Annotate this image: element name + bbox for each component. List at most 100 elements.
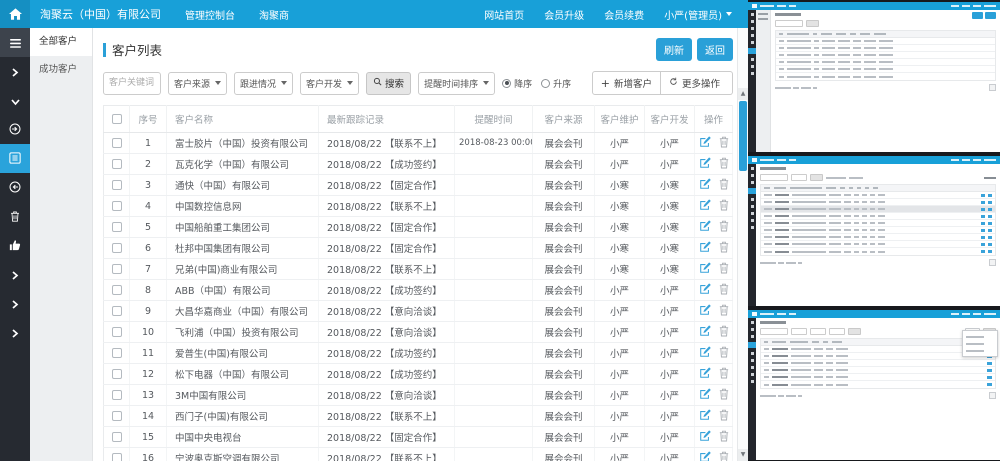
edit-icon[interactable] [699, 136, 711, 148]
preview-panel[interactable] [748, 310, 1000, 460]
row-checkbox[interactable] [112, 201, 122, 211]
top-link-site-home[interactable]: 网站首页 [484, 7, 524, 22]
sidebar-rail-item[interactable] [0, 202, 30, 231]
sort-asc-radio[interactable]: 升序 [541, 77, 571, 90]
edit-icon[interactable] [699, 283, 711, 295]
edit-icon[interactable] [699, 367, 711, 379]
preview-search-button[interactable] [806, 20, 819, 27]
delete-icon[interactable] [719, 241, 729, 253]
sidebar-rail-item[interactable] [0, 115, 30, 144]
edit-icon[interactable] [699, 220, 711, 232]
top-link-member-upgrade[interactable]: 会员升级 [544, 7, 584, 22]
row-checkbox[interactable] [112, 264, 122, 274]
delete-icon[interactable] [719, 430, 729, 442]
preview-search-input[interactable] [775, 20, 803, 27]
top-menu-console[interactable]: 管理控制台 [185, 7, 235, 22]
delete-icon[interactable] [719, 451, 729, 461]
delete-icon[interactable] [719, 304, 729, 316]
edit-icon[interactable] [699, 451, 711, 461]
sidebar-rail-item[interactable] [0, 231, 30, 260]
vertical-scrollbar[interactable]: ▲ ▼ [737, 28, 748, 461]
reminder-sort-select[interactable]: 提醒时间排序 [418, 72, 495, 95]
preview-select[interactable] [791, 328, 807, 335]
delete-icon[interactable] [719, 178, 729, 190]
delete-icon[interactable] [719, 220, 729, 232]
delete-icon[interactable] [719, 367, 729, 379]
top-menu-shop[interactable]: 淘聚商 [259, 7, 289, 22]
followup-status-select[interactable]: 跟进情况 [234, 72, 293, 95]
row-checkbox[interactable] [112, 432, 122, 442]
top-link-member-renew[interactable]: 会员续费 [604, 7, 644, 22]
preview-search-input[interactable] [760, 174, 788, 181]
row-checkbox[interactable] [112, 222, 122, 232]
sidebar-rail-item[interactable] [0, 57, 30, 86]
back-button[interactable]: 返回 [697, 38, 733, 61]
edit-icon[interactable] [699, 178, 711, 190]
row-checkbox[interactable] [112, 390, 122, 400]
edit-icon[interactable] [699, 241, 711, 253]
home-button[interactable] [0, 0, 30, 28]
preview-scroll-box[interactable] [989, 259, 996, 266]
delete-icon[interactable] [719, 136, 729, 148]
sidebar-item-all-customers[interactable]: 全部客户 [30, 28, 92, 56]
sidebar-rail-item[interactable] [0, 289, 30, 318]
delete-icon[interactable] [719, 157, 729, 169]
search-button[interactable]: 搜索 [366, 72, 411, 95]
row-checkbox[interactable] [112, 306, 122, 316]
delete-icon[interactable] [719, 262, 729, 274]
row-checkbox[interactable] [112, 327, 122, 337]
preview-search-button[interactable] [848, 328, 861, 335]
preview-select[interactable] [810, 328, 826, 335]
delete-icon[interactable] [719, 409, 729, 421]
preview-open-dropdown-menu[interactable] [962, 330, 998, 357]
row-checkbox[interactable] [112, 138, 122, 148]
preview-search-button[interactable] [810, 174, 823, 181]
edit-icon[interactable] [699, 346, 711, 358]
preview-search-input[interactable] [760, 328, 788, 335]
sort-desc-radio[interactable]: 降序 [502, 77, 532, 90]
edit-icon[interactable] [699, 409, 711, 421]
keyword-search-input[interactable] [103, 72, 161, 95]
add-customer-button[interactable]: + 新增客户 [592, 71, 661, 95]
delete-icon[interactable] [719, 346, 729, 358]
row-checkbox[interactable] [112, 285, 122, 295]
user-account-menu[interactable]: 小严(管理员) [664, 7, 732, 22]
edit-icon[interactable] [699, 430, 711, 442]
preview-scroll-box[interactable] [989, 84, 996, 91]
more-actions-button[interactable]: 更多操作 [661, 71, 733, 95]
sidebar-rail-item[interactable] [0, 28, 30, 57]
row-checkbox[interactable] [112, 243, 122, 253]
preview-blue-button[interactable] [972, 12, 983, 19]
sidebar-rail-item[interactable] [0, 318, 30, 347]
row-checkbox[interactable] [112, 348, 122, 358]
row-checkbox[interactable] [112, 453, 122, 461]
preview-select[interactable] [791, 174, 807, 181]
customer-develop-select[interactable]: 客户开发 [300, 72, 359, 95]
sidebar-rail-item[interactable] [0, 260, 30, 289]
select-all-checkbox[interactable] [112, 114, 122, 124]
sidebar-rail-item[interactable] [0, 173, 30, 202]
edit-icon[interactable] [699, 262, 711, 274]
delete-icon[interactable] [719, 325, 729, 337]
scroll-down-arrow-icon[interactable]: ▼ [738, 449, 748, 461]
edit-icon[interactable] [699, 157, 711, 169]
row-checkbox[interactable] [112, 180, 122, 190]
preview-blue-button[interactable] [985, 12, 996, 19]
preview-menu-item[interactable] [963, 347, 997, 354]
preview-panel[interactable] [748, 156, 1000, 306]
customer-source-select[interactable]: 客户来源 [168, 72, 227, 95]
delete-icon[interactable] [719, 199, 729, 211]
scrollbar-handle[interactable] [739, 101, 747, 171]
sidebar-rail-item[interactable] [0, 86, 30, 115]
preview-menu-item[interactable] [963, 333, 997, 340]
sidebar-item-success-customers[interactable]: 成功客户 [30, 56, 92, 84]
edit-icon[interactable] [699, 325, 711, 337]
preview-menu-item[interactable] [963, 340, 997, 347]
preview-scroll-box[interactable] [989, 392, 996, 399]
row-checkbox[interactable] [112, 369, 122, 379]
preview-panel[interactable] [748, 2, 1000, 152]
edit-icon[interactable] [699, 388, 711, 400]
preview-select[interactable] [829, 328, 845, 335]
sidebar-rail-item[interactable] [0, 144, 30, 173]
row-checkbox[interactable] [112, 411, 122, 421]
